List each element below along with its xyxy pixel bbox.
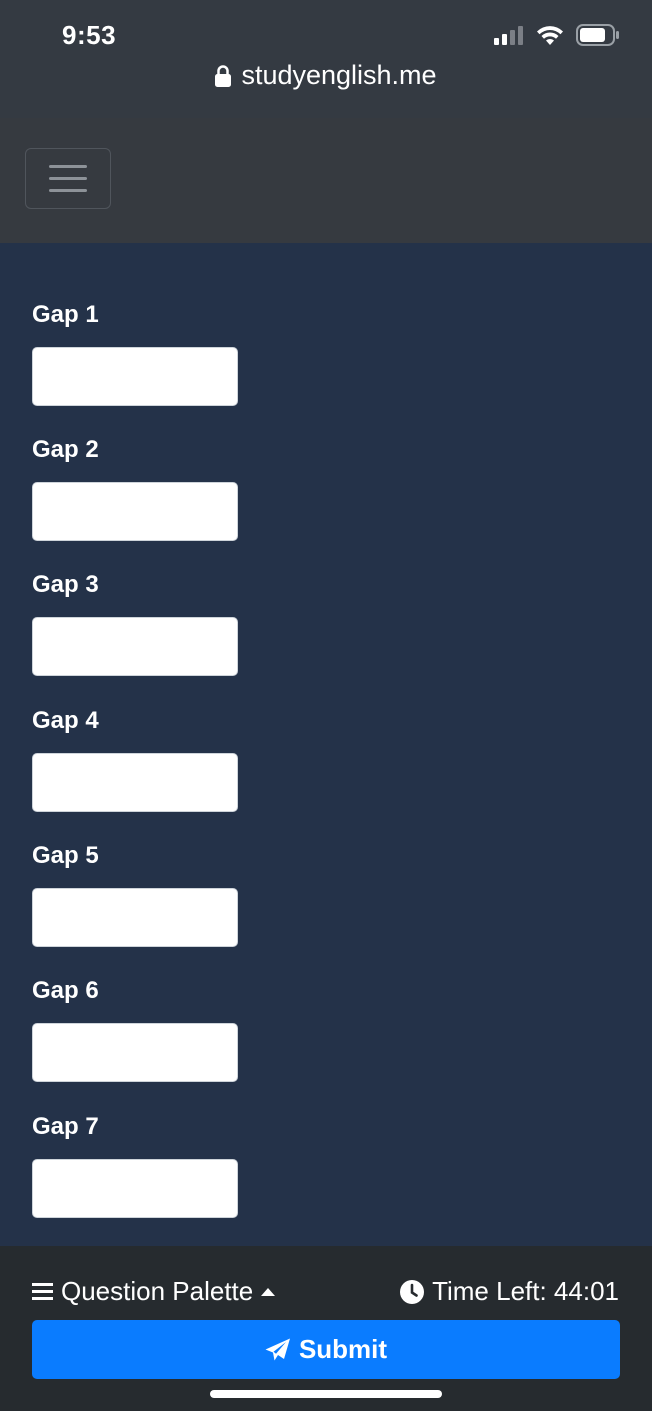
paper-plane-icon <box>265 1338 290 1360</box>
submit-button[interactable]: Submit <box>32 1320 620 1379</box>
url-bar[interactable]: studyenglish.me <box>0 60 652 91</box>
gap-group-1: Gap 1 <box>32 300 238 406</box>
home-indicator <box>210 1390 442 1398</box>
status-icons <box>494 24 620 46</box>
gap-input-5[interactable] <box>32 888 238 947</box>
list-icon <box>32 1283 53 1300</box>
gap-input-7[interactable] <box>32 1159 238 1218</box>
gap-input-1[interactable] <box>32 347 238 406</box>
submit-label: Submit <box>298 1334 388 1364</box>
status-time: 9:53 <box>62 20 117 50</box>
hamburger-line <box>49 189 87 192</box>
gap-label: Gap 5 <box>32 842 99 869</box>
gap-group-3: Gap 3 <box>32 570 238 676</box>
gap-group-5: Gap 5 <box>32 841 238 947</box>
gap-group-2: Gap 2 <box>32 435 238 541</box>
cellular-signal-icon <box>494 26 523 45</box>
hamburger-line <box>49 165 87 168</box>
gap-input-4[interactable] <box>32 753 238 812</box>
gap-group-4: Gap 4 <box>32 706 238 812</box>
gap-input-3[interactable] <box>32 617 238 676</box>
gap-label: Gap 3 <box>32 571 99 598</box>
navbar-toggler-button[interactable] <box>25 148 111 209</box>
gap-label: Gap 2 <box>32 436 99 463</box>
wifi-icon <box>537 26 563 45</box>
gap-label: Gap 6 <box>32 977 99 1004</box>
gap-group-7: Gap 7 <box>32 1112 238 1218</box>
url-text: studyenglish.me <box>241 60 437 90</box>
lock-icon <box>215 65 232 87</box>
question-palette-label: Question Palette <box>61 1276 254 1306</box>
hamburger-line <box>49 177 87 180</box>
time-left-text: Time Left: 44:01 <box>432 1276 619 1306</box>
bottom-toolbar: Question Palette Time Left: 44:01 Submit <box>0 1246 652 1411</box>
browser-status-bar: 9:53 studyenglish.me <box>0 0 652 118</box>
battery-icon <box>576 24 619 46</box>
gap-input-6[interactable] <box>32 1023 238 1082</box>
caret-up-icon <box>261 1287 276 1296</box>
question-palette-toggle[interactable]: Question Palette <box>32 1276 276 1307</box>
gap-label: Gap 1 <box>32 301 99 328</box>
gap-label: Gap 4 <box>32 707 99 734</box>
gap-group-6: Gap 6 <box>32 976 238 1082</box>
clock-icon <box>400 1279 425 1304</box>
gap-input-2[interactable] <box>32 482 238 541</box>
gap-label: Gap 7 <box>32 1113 99 1140</box>
time-left: Time Left: 44:01 <box>400 1276 619 1307</box>
